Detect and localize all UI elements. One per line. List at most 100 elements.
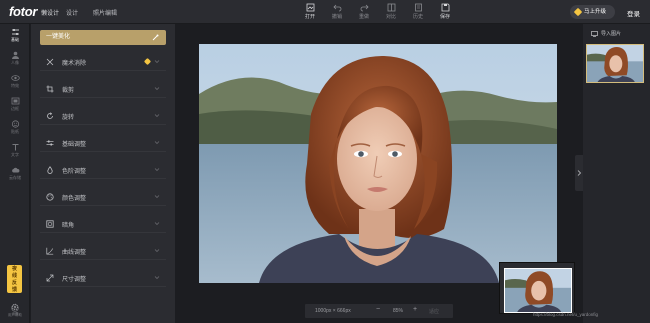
- chevron-down-icon: [154, 168, 160, 171]
- edited-photo[interactable]: [199, 44, 557, 283]
- tool-panel: 一键美化 魔术消除 裁剪 旋转 基础调整 色阶调整 颜色调整 暗角 曲线调整 尺…: [31, 24, 175, 323]
- tool-label: 暗角: [62, 223, 75, 229]
- history-icon: [414, 3, 422, 12]
- settings-button[interactable]: 设置: [0, 303, 30, 317]
- rail-item-frames[interactable]: 边框: [0, 97, 30, 115]
- sliders-icon: [11, 29, 19, 35]
- one-click-enhance-button[interactable]: 一键美化: [40, 30, 166, 45]
- tool-vignette[interactable]: 暗角: [40, 215, 166, 233]
- chevron-down-icon: [154, 276, 160, 279]
- tool-label: 魔术消除: [62, 61, 87, 67]
- monitor-icon: [591, 31, 598, 37]
- chevron-down-icon: [154, 60, 160, 63]
- compare-button[interactable]: 对比: [380, 3, 402, 21]
- login-link[interactable]: 登录: [627, 8, 640, 18]
- rail-label: 边框: [11, 106, 19, 111]
- tool-levels[interactable]: 色阶调整: [40, 161, 166, 179]
- tool-basic-adjust[interactable]: 基础调整: [40, 134, 166, 152]
- rail-label: 人像: [11, 60, 19, 65]
- rotate-icon: [47, 112, 53, 119]
- tool-magic-eraser[interactable]: 魔术消除: [40, 53, 166, 71]
- tool-color-adjust[interactable]: 颜色调整: [40, 188, 166, 206]
- left-rail: 基础 人像 特效 边框 贴纸 文字 云存储 夜 线 反 馈 ? 用户帮助: [0, 24, 30, 323]
- resize-icon: [46, 274, 54, 282]
- portrait-photo-image: [199, 44, 557, 283]
- fit-button[interactable]: 适应: [429, 308, 439, 315]
- droplet-icon: [47, 166, 53, 174]
- undo-label: 撤销: [331, 14, 342, 20]
- tool-curves[interactable]: 曲线调整: [40, 242, 166, 260]
- history-button[interactable]: 历史: [407, 3, 429, 21]
- tool-label: 尺寸调整: [62, 277, 87, 283]
- feedback-badge[interactable]: 夜 线 反 馈: [7, 265, 22, 293]
- redo-icon: [360, 4, 369, 12]
- image-dimensions: 1000px × 666px: [315, 308, 351, 314]
- rail-item-effects[interactable]: 特效: [0, 74, 30, 92]
- open-button[interactable]: 打开: [299, 3, 321, 21]
- pro-diamond-icon: [143, 57, 152, 66]
- open-label: 打开: [304, 14, 315, 20]
- top-bar: fotor 懒设计 设计 照片编辑 打开 撤销 重做 对比 历史 保存 马上升级…: [0, 0, 650, 24]
- tool-label: 基础调整: [62, 142, 87, 148]
- adjust-icon: [46, 140, 54, 146]
- zoom-in-button[interactable]: +: [413, 306, 417, 313]
- brand-logo[interactable]: fotor: [9, 4, 37, 19]
- save-button[interactable]: 保存: [434, 3, 456, 21]
- chevron-down-icon: [154, 222, 160, 225]
- redo-button[interactable]: 重做: [353, 3, 375, 21]
- right-panel: 导入图片: [583, 24, 650, 323]
- chevron-down-icon: [154, 195, 160, 198]
- minimap-viewport[interactable]: [504, 268, 572, 313]
- canvas-status-bar: 1000px × 666px − 85% + 适应: [305, 304, 453, 318]
- rail-label: 贴纸: [11, 129, 19, 134]
- import-image-button[interactable]: 导入图片: [587, 29, 646, 39]
- rail-item-stickers[interactable]: 贴纸: [0, 120, 30, 138]
- feedback-label: 夜 线 反 馈: [11, 266, 17, 293]
- minimap-image: [505, 269, 571, 312]
- curve-icon: [46, 247, 54, 255]
- rail-label: 特效: [11, 83, 19, 88]
- undo-button[interactable]: 撤销: [326, 3, 348, 21]
- save-icon: [441, 3, 449, 12]
- upgrade-label: 马上升级: [584, 9, 607, 15]
- photo-editor-app: fotor 懒设计 设计 照片编辑 打开 撤销 重做 对比 历史 保存 马上升级…: [0, 0, 650, 323]
- tool-label: 曲线调整: [62, 250, 87, 256]
- nav-design[interactable]: 设计: [66, 8, 78, 17]
- person-icon: [11, 51, 19, 59]
- rail-item-cloud[interactable]: 云存储: [0, 166, 30, 184]
- import-label: 导入图片: [601, 31, 622, 37]
- tool-rotate[interactable]: 旋转: [40, 107, 166, 125]
- rail-item-portrait[interactable]: 人像: [0, 51, 30, 69]
- chevron-down-icon: [154, 87, 160, 90]
- chevron-right-icon: [577, 170, 582, 176]
- navigator-minimap[interactable]: [499, 262, 575, 314]
- tool-crop[interactable]: 裁剪: [40, 80, 166, 98]
- crop-icon: [46, 85, 54, 93]
- undo-icon: [332, 4, 341, 12]
- collapse-panel-handle[interactable]: [575, 155, 583, 191]
- watermark-text: https://blog.csdn.net/u_yardonfig: [533, 312, 599, 317]
- image-thumbnail[interactable]: [586, 44, 644, 83]
- redo-label: 重做: [358, 14, 369, 20]
- diamond-icon: [573, 7, 583, 17]
- rail-label: 基础: [11, 37, 19, 42]
- zoom-out-button[interactable]: −: [376, 306, 380, 313]
- compare-icon: [387, 3, 395, 12]
- rail-label: 云存储: [9, 175, 21, 180]
- brand-subtitle: 懒设计: [41, 11, 60, 17]
- nav-photo-edit[interactable]: 照片编辑: [93, 8, 117, 17]
- chevron-down-icon: [154, 114, 160, 117]
- rail-label: 文字: [11, 152, 19, 157]
- eye-icon: [10, 75, 20, 81]
- tool-label: 旋转: [62, 115, 75, 121]
- palette-icon: [46, 193, 54, 201]
- upgrade-button[interactable]: 马上升级: [570, 5, 615, 19]
- cloud-icon: [11, 167, 19, 173]
- tool-label: 色阶调整: [62, 169, 87, 175]
- rail-item-text[interactable]: 文字: [0, 143, 30, 161]
- tool-label: 颜色调整: [62, 196, 87, 202]
- rail-item-basic[interactable]: 基础: [0, 28, 30, 46]
- tool-resize[interactable]: 尺寸调整: [40, 269, 166, 287]
- thumbnail-image: [587, 45, 643, 82]
- one-click-label: 一键美化: [46, 34, 71, 40]
